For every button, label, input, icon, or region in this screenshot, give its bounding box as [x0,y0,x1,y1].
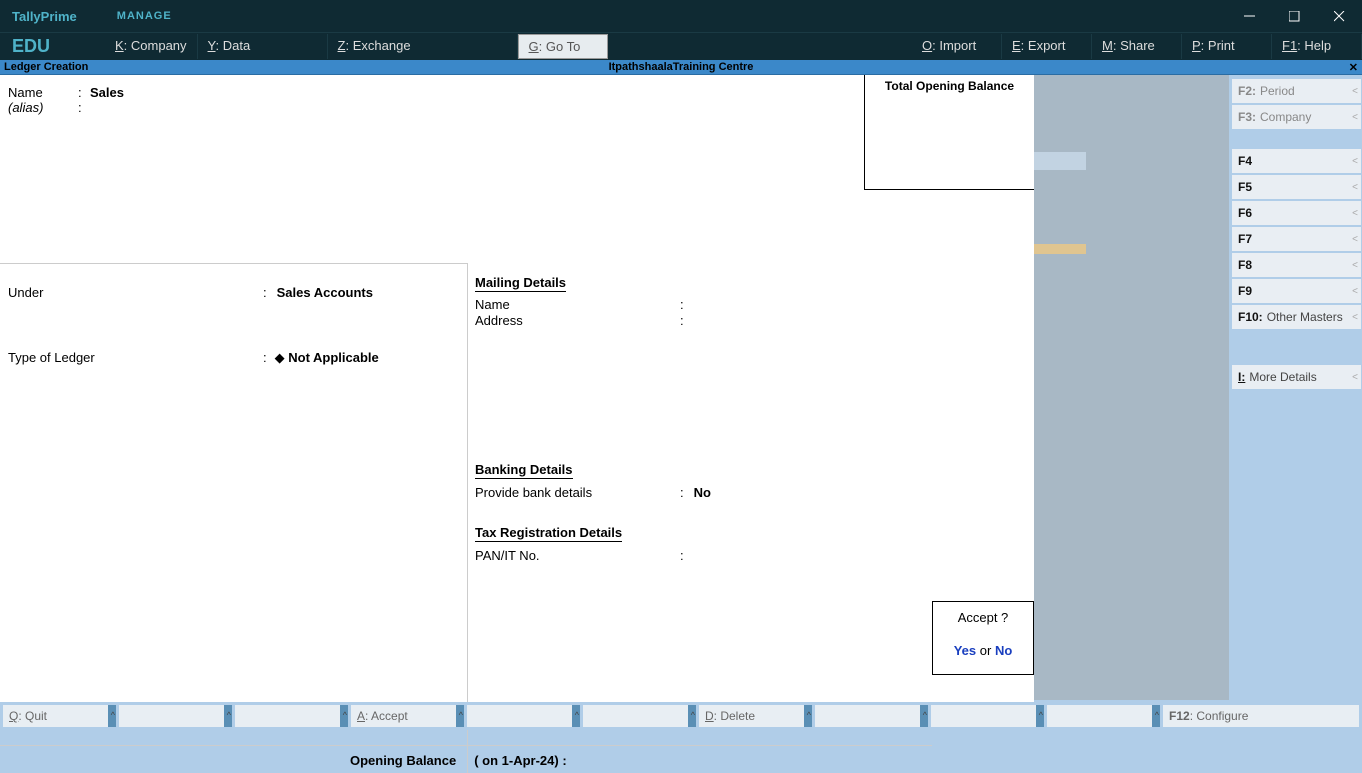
opening-balance-label: Opening Balance [350,753,456,768]
tax-header: Tax Registration Details [475,525,622,542]
bottom-empty-4: . [583,705,696,727]
accept-question: Accept ? [933,610,1033,625]
menu-exchange[interactable]: Z: Exchange [328,34,518,59]
type-label: Type of Ledger [8,350,263,365]
bottom-empty-3: . [467,705,580,727]
opening-balance-date: ( on 1-Apr-24) : [474,753,566,768]
mail-name-label: Name [475,297,680,312]
maximize-icon[interactable] [1272,0,1317,32]
menu-company[interactable]: K: Company [105,34,198,59]
ledger-form: Name:Sales (alias): Total Opening Balanc… [0,75,1034,702]
screen-header: Ledger Creation ItpathshaalaTraining Cen… [0,60,1362,75]
mailing-header: Mailing Details [475,275,566,292]
menu-import[interactable]: O: Import [912,34,1002,59]
close-icon[interactable] [1317,0,1362,32]
header-close-icon[interactable]: ✕ [1349,61,1358,74]
side-other-masters[interactable]: F10:Other Masters [1232,305,1361,329]
alias-label: (alias) [8,100,78,115]
banking-header: Banking Details [475,462,573,479]
screen-title: Ledger Creation [4,61,88,73]
side-f8[interactable]: F8 [1232,253,1361,277]
side-company[interactable]: F3:Company [1232,105,1361,129]
bottom-accept[interactable]: A: Accept [351,705,464,727]
bottom-delete[interactable]: D: Delete [699,705,812,727]
bank-label: Provide bank details [475,485,680,500]
top-menu-bar: EDU K: Company Y: Data Z: Exchange G: Go… [0,32,1362,60]
side-f6[interactable]: F6 [1232,201,1361,225]
name-label: Name [8,85,78,100]
bottom-bar: Q: Quit . . A: Accept . . D: Delete . . … [0,702,1362,730]
menu-print[interactable]: P: Print [1182,34,1272,59]
menu-export[interactable]: E: Export [1002,34,1092,59]
bottom-configure[interactable]: F12: Configure [1163,705,1359,727]
side-period[interactable]: F2:Period [1232,79,1361,103]
pan-label: PAN/IT No. [475,548,680,563]
under-label: Under [8,285,263,300]
minimize-icon[interactable] [1227,0,1272,32]
mail-address-label: Address [475,313,680,328]
bottom-quit[interactable]: Q: Quit [3,705,116,727]
accept-no[interactable]: No [995,643,1012,658]
menu-data[interactable]: Y: Data [198,34,328,59]
app-name: TallyPrime [0,9,77,24]
edition-label: EDU [0,36,105,57]
accept-dialog: Accept ? Yes or No [932,601,1034,675]
bottom-empty-5: . [815,705,928,727]
bottom-empty-7: . [1047,705,1160,727]
total-opening-balance-box: Total Opening Balance [864,75,1034,190]
side-f7[interactable]: F7 [1232,227,1361,251]
bank-value[interactable]: No [694,485,711,500]
diamond-icon: ◆ [275,350,289,365]
name-value[interactable]: Sales [90,85,124,100]
bottom-empty-6: . [931,705,1044,727]
side-f4[interactable]: F4 [1232,149,1361,173]
side-f5[interactable]: F5 [1232,175,1361,199]
menu-goto[interactable]: G: Go To [518,34,608,59]
accept-yes[interactable]: Yes [954,643,976,658]
company-name: ItpathshaalaTraining Centre [609,61,754,73]
type-value[interactable]: Not Applicable [288,350,379,365]
side-actions: F2:Period F3:Company F4 F5 F6 F7 F8 F9 F… [1229,75,1362,700]
menu-help[interactable]: F1: Help [1272,34,1362,59]
side-f9[interactable]: F9 [1232,279,1361,303]
title-bar: TallyPrime MANAGE [0,0,1362,32]
menu-share[interactable]: M: Share [1092,34,1182,59]
side-more-details[interactable]: I:More Details [1232,365,1361,389]
bottom-empty-2: . [235,705,348,727]
manage-label[interactable]: MANAGE [117,10,172,22]
under-value[interactable]: Sales Accounts [277,285,373,300]
bottom-empty-1: . [119,705,232,727]
